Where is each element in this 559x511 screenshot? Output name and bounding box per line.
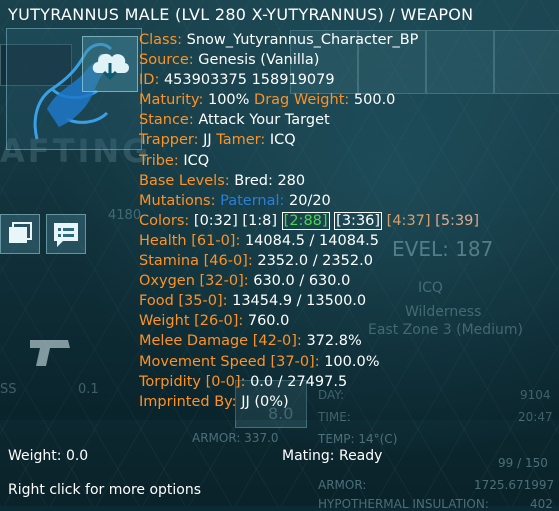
value: 453903375 158919079	[163, 72, 335, 89]
stat-melee: Melee Damage [42-0]: 372.8%	[139, 331, 479, 351]
stat-oxygen: Oxygen [32-0]: 630.0 / 630.0	[139, 271, 479, 291]
color-region-3: [3:36]	[334, 211, 383, 230]
paternal-label: Paternal:	[220, 192, 285, 209]
stat-torpidity: Torpidity [0-0]: 0.0 / 27497.5	[139, 372, 479, 392]
label: Movement Speed [37-0]:	[139, 353, 320, 370]
value: ICQ	[183, 152, 210, 169]
stat-source: Source: Genesis (Vanilla)	[139, 50, 479, 70]
bg-temp: TEMP: 14°(C)	[318, 432, 398, 446]
pistol-icon	[30, 340, 70, 366]
color-region-5: [5:39]	[435, 212, 480, 229]
stat-id: ID: 453903375 158919079	[139, 70, 479, 90]
bg-armor-left: ARMOR: 337.0	[192, 431, 279, 445]
color-region-2: [2:88]	[281, 211, 330, 230]
value: JJ (0%)	[241, 393, 289, 410]
stat-trapper-tamer: Trapper: JJ Tamer: ICQ	[139, 130, 479, 150]
label: Mutations:	[139, 192, 216, 209]
value: JJ	[203, 132, 212, 149]
mating-status: Mating: Ready	[282, 448, 383, 464]
value: ICQ	[269, 132, 296, 149]
creature-stats: Class: Snow_Yutyrannus_Character_BP Sour…	[139, 30, 479, 412]
value: 372.8%	[306, 333, 362, 350]
label: Trapper:	[139, 132, 199, 149]
inventory-weight: Weight: 0.0	[8, 448, 89, 464]
stat-movement: Movement Speed [37-0]: 100.0%	[139, 352, 479, 372]
stat-food: Food [35-0]: 13454.9 / 13500.0	[139, 291, 479, 311]
value: 630.0 / 630.0	[253, 273, 351, 290]
label: Melee Damage [42-0]:	[139, 333, 302, 350]
stat-mutations: Mutations: Paternal: 20/20	[139, 191, 479, 211]
label: Health [61-0]:	[139, 232, 241, 249]
value: Genesis (Vanilla)	[198, 52, 320, 69]
options-hint: Right click for more options	[8, 482, 202, 498]
stat-maturity: Maturity: 100% Drag Weight: 500.0	[139, 90, 479, 110]
color-region-4: [4:37]	[386, 212, 431, 229]
value: 760.0	[247, 313, 290, 330]
label: Weight [26-0]:	[139, 313, 244, 330]
bg-hypo-value: 402	[530, 497, 553, 511]
stat-imprinted: Imprinted By: JJ (0%)	[139, 392, 479, 412]
stat-tribe: Tribe: ICQ	[139, 151, 479, 171]
label: ID:	[139, 72, 160, 89]
bg-armor-value: 1725.671997	[474, 478, 555, 492]
stack-icon	[9, 222, 32, 243]
bg-weight-limit: 99 / 150	[498, 456, 548, 470]
value: 14084.5 / 14084.5	[244, 232, 379, 249]
label: Tamer:	[216, 132, 266, 149]
label: Colors:	[139, 212, 190, 229]
stat-class: Class: Snow_Yutyrannus_Character_BP	[139, 30, 479, 50]
value: Snow_Yutyrannus_Character_BP	[186, 32, 419, 48]
label: Imprinted By:	[139, 393, 237, 410]
value: 13454.9 / 13500.0	[232, 293, 367, 310]
label: Maturity:	[139, 92, 204, 109]
tooltip-title: YUTYRANNUS MALE (LVL 280 X-YUTYRANNUS) /…	[8, 5, 474, 24]
label: Base Levels:	[139, 172, 230, 189]
stat-weight: Weight [26-0]: 760.0	[139, 311, 479, 331]
value: 500.0	[353, 92, 396, 109]
cloud-download-icon	[92, 53, 130, 81]
label: Stamina [46-0]:	[139, 253, 253, 270]
label: Source:	[139, 52, 194, 69]
options-tab[interactable]	[46, 214, 86, 254]
label: Torpidity [0-0]:	[139, 373, 246, 390]
value: 0.0 / 27497.5	[250, 373, 348, 390]
value: 100.0%	[324, 353, 380, 370]
value: Attack Your Target	[198, 112, 330, 129]
stat-stance: Stance: Attack Your Target	[139, 110, 479, 130]
value: 2352.0 / 2352.0	[257, 253, 373, 270]
bg-hypo: HYPOTHERMAL INSULATION:	[318, 497, 489, 511]
value: 20/20	[289, 192, 331, 209]
color-region-1: [1:8]	[242, 212, 278, 229]
list-bubble-icon	[54, 223, 78, 247]
stat-colors: Colors: [0:32] [1:8] [2:88] [3:36] [4:37…	[139, 211, 479, 231]
label: Stance:	[139, 112, 194, 129]
color-region-0: [0:32]	[193, 212, 238, 229]
inventory-tab[interactable]	[0, 214, 40, 254]
stat-stamina: Stamina [46-0]: 2352.0 / 2352.0	[139, 251, 479, 271]
stat-base-levels: Base Levels: Bred: 280	[139, 171, 479, 191]
weapon-silhouette	[20, 320, 76, 376]
label: Food [35-0]:	[139, 293, 228, 310]
label: Oxygen [32-0]:	[139, 273, 249, 290]
transfer-button[interactable]	[82, 36, 138, 92]
label: Class:	[139, 32, 183, 48]
value: 100%	[207, 92, 250, 109]
stat-health: Health [61-0]: 14084.5 / 14084.5	[139, 231, 479, 251]
value: Bred: 280	[234, 172, 306, 189]
label: Drag Weight:	[254, 92, 350, 109]
bg-armor-label: ARMOR:	[318, 478, 367, 492]
label: Tribe:	[139, 152, 179, 169]
